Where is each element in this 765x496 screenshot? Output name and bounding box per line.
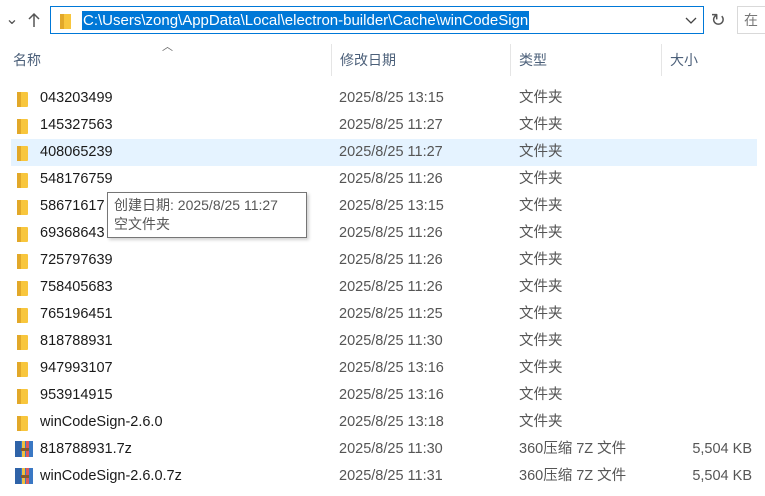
back-history-chevron-icon[interactable]: ⌄ [2, 8, 22, 32]
file-type: 文件夹 [519, 198, 563, 214]
folder-icon [17, 227, 29, 245]
file-name: 765196451 [40, 306, 113, 322]
archive-icon [14, 467, 34, 488]
file-type: 文件夹 [519, 414, 563, 430]
file-type: 文件夹 [519, 225, 563, 241]
arrow-up-icon[interactable] [24, 8, 44, 32]
file-row[interactable]: 408065239 2025/8/25 11:27 文件夹 [11, 139, 757, 166]
address-bar-row: ⌄ C:\Users\zong\AppData\Local\electron-b… [0, 0, 765, 42]
file-row[interactable]: 725797639 2025/8/25 11:26 文件夹 [11, 247, 757, 274]
folder-icon [17, 92, 29, 110]
file-modified-date: 2025/8/25 13:15 [339, 198, 444, 214]
file-name: 58671617 [40, 198, 105, 214]
file-modified-date: 2025/8/25 13:15 [339, 90, 444, 106]
file-modified-date: 2025/8/25 13:16 [339, 387, 444, 403]
file-type: 文件夹 [519, 333, 563, 349]
refresh-icon[interactable]: ↻ [707, 8, 729, 32]
file-modified-date: 2025/8/25 13:18 [339, 414, 444, 430]
column-header-date[interactable]: 修改日期 [332, 44, 510, 76]
folder-icon [17, 416, 29, 434]
file-name: 043203499 [40, 90, 113, 106]
file-type: 360压缩 7Z 文件 [519, 468, 627, 484]
file-name: winCodeSign-2.6.0 [40, 414, 163, 430]
file-type: 文件夹 [519, 144, 563, 160]
file-modified-date: 2025/8/25 13:16 [339, 360, 444, 376]
folder-icon [17, 146, 29, 164]
file-modified-date: 2025/8/25 11:31 [339, 468, 443, 484]
folder-icon [17, 200, 29, 218]
file-name: 818788931.7z [40, 441, 132, 457]
file-type: 文件夹 [519, 117, 563, 133]
file-type: 文件夹 [519, 306, 563, 322]
file-row[interactable]: winCodeSign-2.6.0.7z 2025/8/25 11:31 360压缩… [11, 463, 757, 490]
tooltip-created-date: 创建日期: 2025/8/25 11:27 [114, 197, 278, 213]
file-row[interactable]: 758405683 2025/8/25 11:26 文件夹 [11, 274, 757, 301]
file-row[interactable]: 145327563 2025/8/25 11:27 文件夹 [11, 112, 757, 139]
file-modified-date: 2025/8/25 11:26 [339, 225, 443, 241]
file-modified-date: 2025/8/25 11:27 [339, 117, 443, 133]
file-row[interactable]: 953914915 2025/8/25 13:16 文件夹 [11, 382, 757, 409]
file-name: 548176759 [40, 171, 113, 187]
file-name: 69368643 [40, 225, 105, 241]
file-size: 5,504 KB [692, 468, 752, 484]
folder-icon [17, 308, 29, 326]
folder-icon [17, 335, 29, 353]
file-modified-date: 2025/8/25 11:27 [339, 144, 443, 160]
folder-icon [17, 389, 29, 407]
file-name: 408065239 [40, 144, 113, 160]
column-header-size[interactable]: 大小 [662, 44, 762, 76]
file-type: 文件夹 [519, 171, 563, 187]
file-row[interactable]: 765196451 2025/8/25 11:25 文件夹 [11, 301, 757, 328]
file-modified-date: 2025/8/25 11:26 [339, 252, 443, 268]
tooltip: 创建日期: 2025/8/25 11:27 空文件夹 [107, 192, 307, 238]
folder-icon [59, 12, 73, 33]
file-name: 953914915 [40, 387, 113, 403]
file-row[interactable]: 043203499 2025/8/25 13:15 文件夹 [11, 85, 757, 112]
file-type: 360压缩 7Z 文件 [519, 441, 627, 457]
file-type: 文件夹 [519, 279, 563, 295]
archive-icon [14, 440, 34, 461]
file-modified-date: 2025/8/25 11:30 [339, 333, 443, 349]
chevron-down-icon[interactable] [685, 11, 697, 30]
column-header-name[interactable]: 名称 [5, 44, 330, 76]
file-row[interactable]: 818788931 2025/8/25 11:30 文件夹 [11, 328, 757, 355]
file-name: 145327563 [40, 117, 113, 133]
search-input[interactable]: 在 [737, 6, 765, 34]
file-name: winCodeSign-2.6.0.7z [40, 468, 182, 484]
file-row[interactable]: 947993107 2025/8/25 13:16 文件夹 [11, 355, 757, 382]
file-type: 文件夹 [519, 90, 563, 106]
file-modified-date: 2025/8/25 11:26 [339, 279, 443, 295]
file-name: 947993107 [40, 360, 113, 376]
folder-icon [17, 362, 29, 380]
file-size: 5,504 KB [692, 441, 752, 457]
file-type: 文件夹 [519, 387, 563, 403]
file-row[interactable]: 548176759 2025/8/25 11:26 文件夹 [11, 166, 757, 193]
file-row[interactable]: 818788931.7z 2025/8/25 11:30 360压缩 7Z 文件 5,… [11, 436, 757, 463]
file-modified-date: 2025/8/25 11:30 [339, 441, 443, 457]
folder-icon [17, 173, 29, 191]
file-name: 758405683 [40, 279, 113, 295]
file-type: 文件夹 [519, 360, 563, 376]
tooltip-empty-folder: 空文件夹 [114, 216, 170, 232]
folder-icon [17, 281, 29, 299]
folder-icon [17, 119, 29, 137]
file-type: 文件夹 [519, 252, 563, 268]
address-field[interactable]: C:\Users\zong\AppData\Local\electron-bui… [50, 6, 704, 34]
file-name: 818788931 [40, 333, 113, 349]
file-name: 725797639 [40, 252, 113, 268]
column-header-type[interactable]: 类型 [511, 44, 661, 76]
file-row[interactable]: winCodeSign-2.6.0 2025/8/25 13:18 文件夹 [11, 409, 757, 436]
address-path[interactable]: C:\Users\zong\AppData\Local\electron-bui… [82, 11, 530, 30]
file-modified-date: 2025/8/25 11:26 [339, 171, 443, 187]
file-modified-date: 2025/8/25 11:25 [339, 306, 443, 322]
folder-icon [17, 254, 29, 272]
